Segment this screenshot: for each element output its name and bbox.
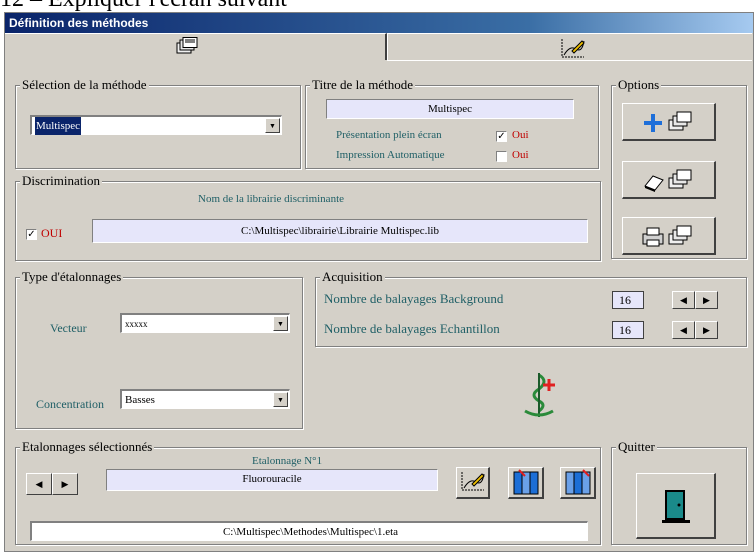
calibration-path-field[interactable]: C:\Multispec\Methodes\Multispec\1.eta	[30, 521, 588, 541]
print-method-icon	[639, 224, 699, 254]
method-title-legend: Titre de la méthode	[310, 77, 415, 93]
vecteur-select[interactable]: xxxxx ▼	[120, 313, 290, 333]
method-select-value: Multispec	[35, 117, 81, 135]
arrow-right-icon[interactable]: ▶	[52, 473, 78, 495]
calibration-nav[interactable]: ◀ ▶	[26, 473, 78, 495]
background-spinner[interactable]: ◀ ▶	[672, 291, 718, 309]
options-legend: Options	[616, 77, 662, 93]
tab-general[interactable]	[5, 33, 387, 60]
arrow-left-icon[interactable]: ◀	[26, 473, 52, 495]
remove-calibration-button[interactable]	[560, 467, 596, 499]
chevron-down-icon[interactable]: ▼	[265, 118, 280, 133]
books-remove-icon	[563, 468, 593, 500]
books-icon	[511, 468, 541, 500]
selected-calibrations-legend: Etalonnages sélectionnés	[20, 439, 155, 455]
quit-button[interactable]	[636, 473, 716, 539]
background-label: Nombre de balayages Background	[324, 291, 504, 306]
discrimination-group: Discrimination Nom de la librairie discr…	[15, 173, 601, 261]
library-path-field[interactable]: C:\Multispec\librairie\Librairie Multisp…	[92, 219, 588, 243]
chevron-down-icon[interactable]: ▼	[273, 316, 288, 331]
drives-icon	[175, 37, 199, 62]
pharmacy-logo-icon	[519, 371, 559, 424]
background-value[interactable]: 16	[612, 291, 644, 309]
add-method-button[interactable]	[622, 103, 716, 141]
vecteur-value: xxxxx	[125, 319, 148, 329]
sample-spinner[interactable]: ◀ ▶	[672, 321, 718, 339]
print-method-button[interactable]	[622, 217, 716, 255]
auto-print-option: Oui	[512, 149, 529, 161]
method-title-group: Titre de la méthode Multispec Présentati…	[305, 77, 599, 169]
quit-legend: Quitter	[616, 439, 657, 455]
methods-window: Définition des méthodes Sélection de la …	[4, 12, 754, 552]
exit-door-icon	[659, 488, 693, 528]
concentration-label: Concentration	[36, 397, 104, 411]
add-method-icon	[639, 110, 699, 140]
arrow-left-icon[interactable]: ◀	[672, 321, 695, 339]
discrimination-check-label: OUI	[41, 226, 63, 240]
tab-strip	[5, 33, 753, 61]
sample-value[interactable]: 16	[612, 321, 644, 339]
calibration-heading: Etalonnage N°1	[252, 455, 323, 467]
method-title-field[interactable]: Multispec	[326, 99, 574, 119]
erase-method-icon	[639, 168, 699, 198]
discrimination-checkbox[interactable]: ✓	[26, 229, 37, 240]
calibration-type-legend: Type d'étalonnages	[20, 269, 124, 285]
calibration-type-group: Type d'étalonnages Vecteur xxxxx ▼ Conce…	[15, 269, 303, 429]
acquisition-group: Acquisition Nombre de balayages Backgrou…	[315, 269, 747, 347]
selected-calibrations-group: Etalonnages sélectionnés Etalonnage N°1 …	[15, 439, 601, 545]
vecteur-label: Vecteur	[50, 321, 87, 335]
erase-method-button[interactable]	[622, 161, 716, 199]
method-selection-legend: Sélection de la méthode	[20, 77, 149, 93]
edit-calibration-button[interactable]	[456, 467, 490, 499]
chevron-down-icon[interactable]: ▼	[273, 392, 288, 407]
full-screen-label: Présentation plein écran	[336, 129, 442, 141]
load-calibration-button[interactable]	[508, 467, 544, 499]
sample-label: Nombre de balayages Echantillon	[324, 321, 500, 336]
discrimination-legend: Discrimination	[20, 173, 102, 189]
calibration-name-field[interactable]: Fluorouracile	[106, 469, 438, 491]
quit-group: Quitter	[611, 439, 747, 545]
auto-print-checkbox[interactable]	[496, 151, 507, 162]
arrow-right-icon[interactable]: ▶	[695, 321, 718, 339]
options-group: Options	[611, 77, 747, 259]
full-screen-option: Oui	[512, 129, 529, 141]
arrow-right-icon[interactable]: ▶	[695, 291, 718, 309]
acquisition-legend: Acquisition	[320, 269, 385, 285]
edit-curve-icon	[560, 37, 586, 64]
full-screen-checkbox[interactable]: ✓	[496, 131, 507, 142]
method-select[interactable]: Multispec ▼	[30, 115, 282, 135]
concentration-value: Basses	[125, 394, 155, 406]
tab-curves[interactable]	[387, 33, 752, 61]
library-label: Nom de la librairie discriminante	[198, 193, 345, 205]
concentration-select[interactable]: Basses ▼	[120, 389, 290, 409]
edit-curve-icon	[460, 468, 486, 498]
method-selection-group: Sélection de la méthode Multispec ▼	[15, 77, 301, 169]
window-title: Définition des méthodes	[5, 13, 753, 33]
arrow-left-icon[interactable]: ◀	[672, 291, 695, 309]
auto-print-label: Impression Automatique	[336, 149, 445, 161]
